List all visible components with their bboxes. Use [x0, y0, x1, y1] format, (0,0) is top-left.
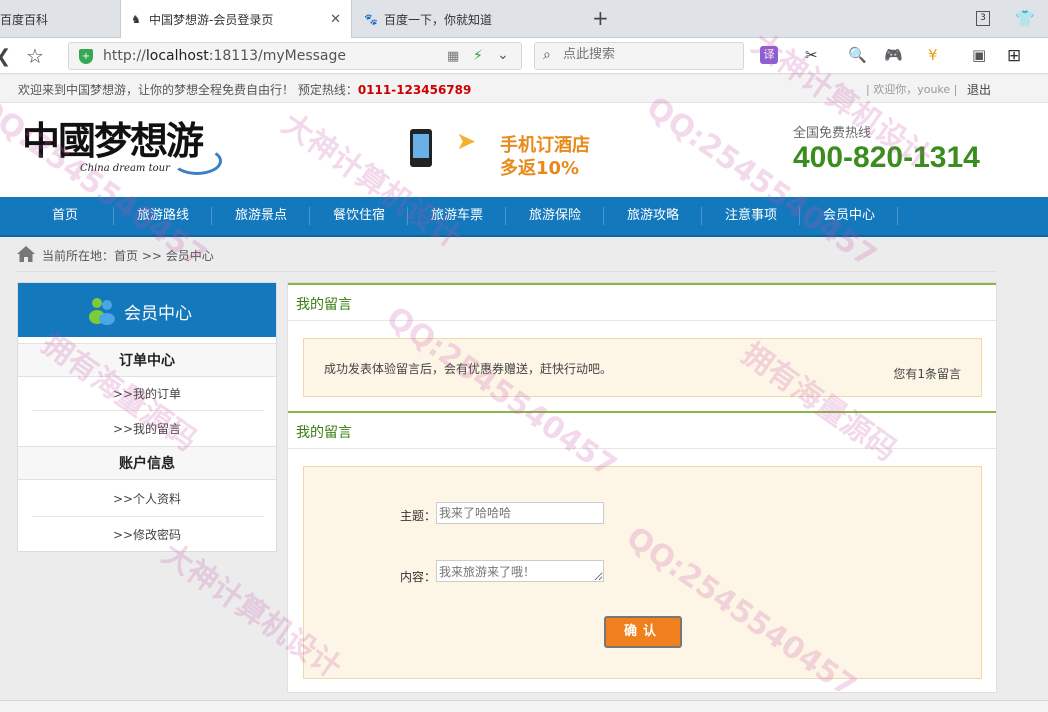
nav-dining[interactable]: 餐饮住宿 [310, 197, 408, 235]
qr-code-icon[interactable]: ▦ [447, 49, 459, 64]
nav-home[interactable]: 首页 [16, 197, 114, 235]
chevron-down-icon[interactable]: ⌄ [497, 47, 509, 63]
notice-text: 成功发表体验留言后，会有优惠券赠送，赶快行动吧。 [324, 362, 613, 376]
back-arrow-icon[interactable]: ❮ [0, 46, 11, 67]
tab-login-page[interactable]: ♞ 中国梦想游-会员登录页 ✕ [120, 0, 352, 38]
nav-attractions[interactable]: 旅游景点 [212, 197, 310, 235]
divider [16, 271, 996, 272]
message-form: 主题： 内容： 确认 [303, 466, 982, 679]
sidebar-group-account: 账户信息 [18, 446, 276, 480]
home-icon [17, 246, 35, 262]
member-sidebar: 会员中心 订单中心 >>我的订单 >>我的留言 账户信息 >>个人资料 >>修改… [17, 282, 277, 552]
coin-icon[interactable]: ¥ [928, 46, 938, 64]
sidebar-link-my-orders[interactable]: >>我的订单 [18, 377, 276, 411]
secure-shield-icon: + [79, 49, 93, 64]
nav-member-center[interactable]: 会员中心 [800, 197, 898, 235]
site-top-strip: 欢迎来到中国梦想游，让你的梦想全程免费自由行！ 预定热线：0111-123456… [0, 75, 1048, 103]
hotline-label: 全国免费热线 [793, 126, 872, 141]
sidebar-header: 会员中心 [18, 283, 276, 337]
bookmark-star-icon[interactable]: ☆ [26, 44, 44, 68]
logo-english: China dream tour [80, 163, 170, 174]
welcome-message: 欢迎来到中国梦想游，让你的梦想全程免费自由行！ 预定热线： [18, 83, 358, 97]
breadcrumb-text: 当前所在地：首页 >> 会员中心 [42, 249, 214, 263]
hotline-number: 400-820-1314 [793, 141, 980, 174]
search-icon: ⌕ [543, 47, 551, 63]
url-path: :18113/myMessage [208, 48, 346, 64]
tab-label: 百度百科 [0, 12, 49, 27]
paper-plane-icon: ➤ [456, 127, 477, 155]
section-header-new-message: 我的留言 [288, 411, 996, 449]
nav-insurance[interactable]: 旅游保险 [506, 197, 604, 235]
browser-tab-bar: 百度百科 ♞ 中国梦想游-会员登录页 ✕ 🐾 百度一下，你就知道 + 3 👕 [0, 0, 1048, 38]
tab-label: 百度一下，你就知道 [384, 12, 493, 27]
reader-icon[interactable]: ▣ [972, 46, 986, 64]
scissors-icon[interactable]: ✂ [805, 46, 818, 64]
skin-shirt-icon[interactable]: 👕 [1015, 9, 1035, 28]
sidebar-link-my-messages[interactable]: >>我的留言 [18, 412, 276, 446]
close-tab-icon[interactable]: ✕ [330, 12, 341, 27]
sidebar-title: 会员中心 [124, 304, 192, 324]
apps-grid-icon[interactable]: ⊞ [1007, 46, 1021, 66]
site-header: 中國梦想游 China dream tour ➤ 手机订酒店 多返10% 全国免… [0, 103, 1048, 197]
subject-label: 主题： [400, 509, 437, 523]
users-icon [89, 298, 115, 325]
content-label: 内容： [400, 570, 437, 584]
nav-separator [897, 207, 898, 225]
horse-favicon-icon: ♞ [131, 12, 141, 26]
nav-tickets[interactable]: 旅游车票 [408, 197, 506, 235]
nav-guides[interactable]: 旅游攻略 [604, 197, 702, 235]
welcome-text: 欢迎来到中国梦想游，让你的梦想全程免费自由行！ 预定热线：0111-123456… [18, 81, 471, 98]
magnifier-icon[interactable]: 🔍 [848, 46, 867, 64]
section-title: 我的留言 [296, 425, 352, 441]
section-header-messages: 我的留言 [288, 283, 996, 321]
tab-baidu[interactable]: 🐾 百度一下，你就知道 [356, 0, 586, 38]
main-panel: 我的留言 成功发表体验留言后，会有优惠券赠送，赶快行动吧。 您有1条留言 我的留… [287, 282, 997, 693]
mobile-phone-icon [410, 129, 432, 167]
nav-routes[interactable]: 旅游路线 [114, 197, 212, 235]
url-bar[interactable]: + http://localhost:18113/myMessage ▦ ⚡ ⌄ [68, 42, 522, 70]
booking-hotline: 0111-123456789 [357, 83, 472, 97]
baidu-paw-icon: 🐾 [364, 12, 378, 26]
sidebar-group-orders: 订单中心 [18, 343, 276, 377]
search-input[interactable] [563, 47, 733, 62]
subject-input[interactable] [436, 502, 604, 524]
translate-icon[interactable]: 译 [760, 46, 778, 64]
lightning-icon[interactable]: ⚡ [473, 48, 483, 64]
tab-baidu-baike[interactable]: 百度百科 [0, 0, 120, 38]
logout-link[interactable]: 退出 [967, 81, 991, 98]
message-count[interactable]: 您有1条留言 [893, 365, 961, 382]
promo-line-2: 多返10% [500, 158, 580, 179]
content-textarea[interactable] [436, 560, 604, 582]
wave-graphic [172, 147, 222, 175]
sidebar-link-change-password[interactable]: >>修改密码 [18, 518, 276, 552]
divider [32, 410, 264, 411]
main-nav: 首页 旅游路线 旅游景点 餐饮住宿 旅游车票 旅游保险 旅游攻略 注意事项 会员… [0, 197, 1048, 237]
notice-box: 成功发表体验留言后，会有优惠券赠送，赶快行动吧。 您有1条留言 [303, 338, 982, 397]
user-greeting: | 欢迎你，youke | [866, 83, 958, 96]
url-host: localhost [145, 48, 209, 64]
tab-label: 中国梦想游-会员登录页 [149, 12, 274, 27]
divider [32, 516, 264, 517]
tab-count-badge[interactable]: 3 [976, 11, 990, 26]
gamepad-icon[interactable]: 🎮 [884, 46, 903, 64]
address-toolbar: ❮ ☆ + http://localhost:18113/myMessage ▦… [0, 38, 1048, 74]
site-logo[interactable]: 中國梦想游 China dream tour [22, 119, 222, 183]
submit-button[interactable]: 确认 [604, 616, 682, 648]
browser-search-box[interactable]: ⌕ [534, 42, 744, 70]
url-text[interactable]: http://localhost:18113/myMessage [103, 48, 346, 64]
url-scheme: http:// [103, 48, 146, 64]
sidebar-link-profile[interactable]: >>个人资料 [18, 482, 276, 516]
new-tab-button[interactable]: + [592, 8, 609, 28]
nav-notes[interactable]: 注意事项 [702, 197, 800, 235]
browser-status-bar [0, 700, 1048, 712]
section-title: 我的留言 [296, 297, 352, 313]
